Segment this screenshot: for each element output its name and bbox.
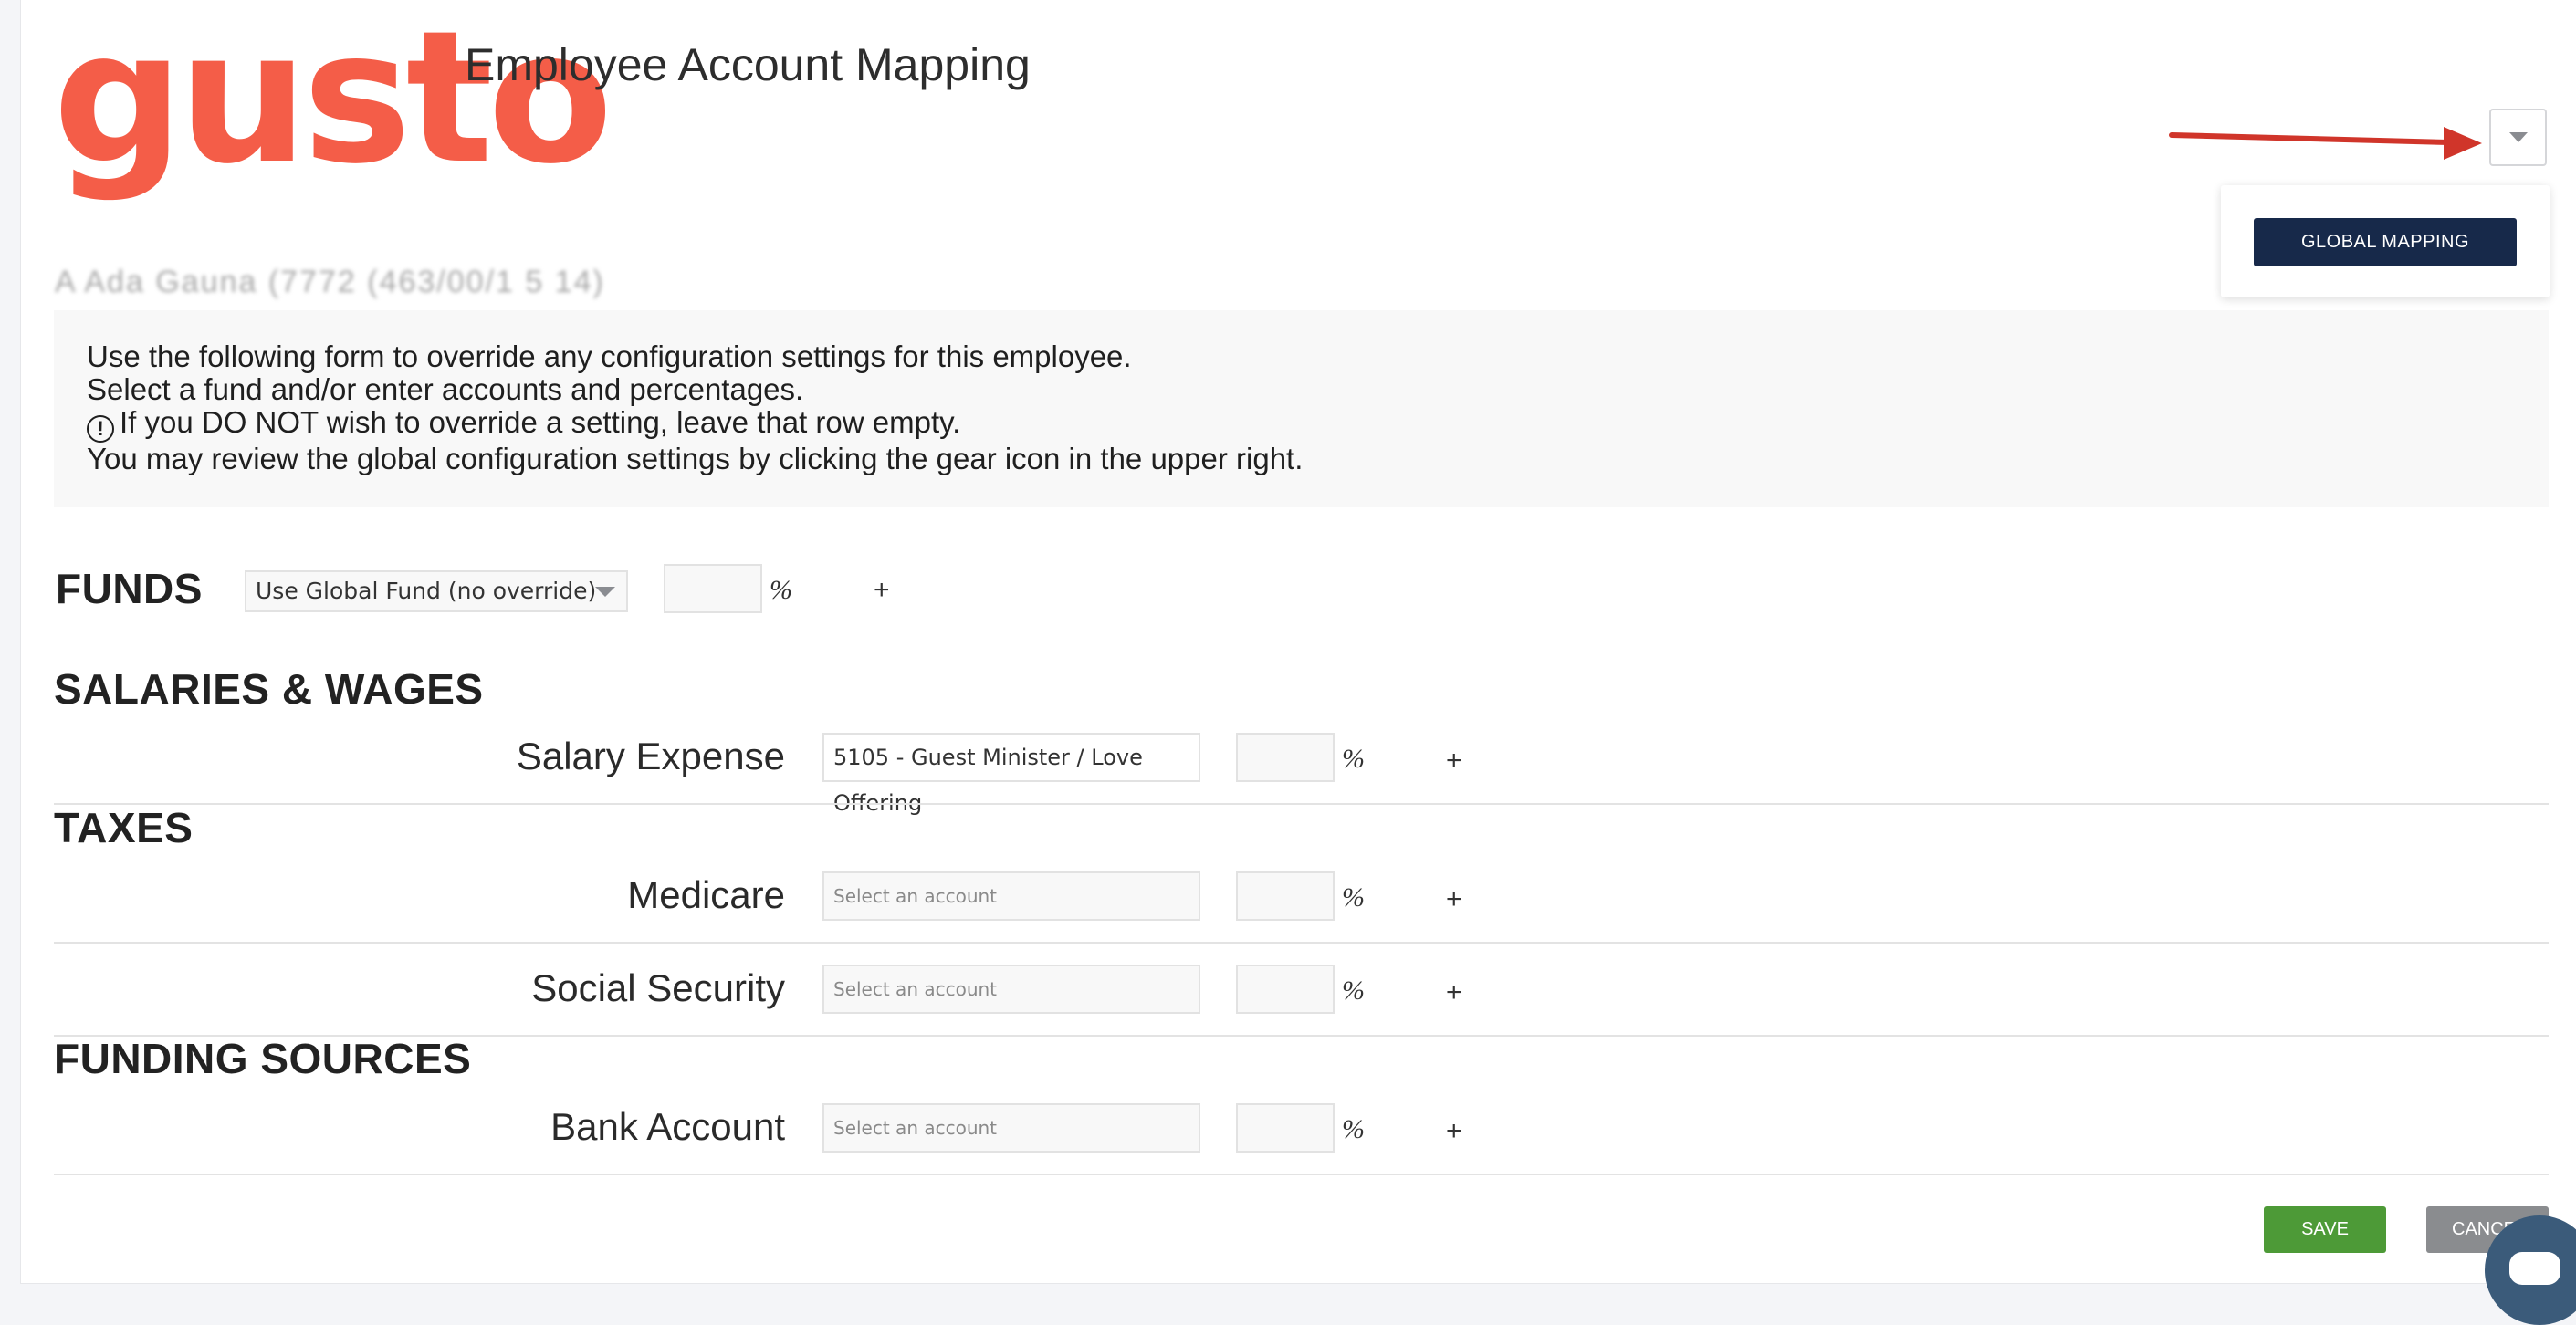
instruction-line: You may review the global configuration … bbox=[87, 442, 1304, 475]
settings-dropdown-menu: GLOBAL MAPPING bbox=[2221, 185, 2550, 297]
settings-dropdown-toggle[interactable] bbox=[2489, 109, 2547, 166]
add-medicare-row-button[interactable]: + bbox=[1446, 884, 1462, 915]
fund-percent-input[interactable] bbox=[664, 564, 762, 613]
section-heading-salaries: SALARIES & WAGES bbox=[54, 665, 484, 713]
fund-select-value: Use Global Fund (no override) bbox=[256, 578, 597, 604]
divider bbox=[54, 803, 2549, 805]
add-salary-row-button[interactable]: + bbox=[1446, 746, 1462, 777]
fund-select[interactable]: Use Global Fund (no override) bbox=[245, 570, 628, 612]
social-security-label: Social Security bbox=[531, 966, 785, 1009]
add-bank-account-row-button[interactable]: + bbox=[1446, 1116, 1462, 1147]
section-heading-taxes: TAXES bbox=[54, 804, 194, 851]
section-heading-funds: FUNDS bbox=[56, 565, 203, 612]
exclamation-circle-icon: ! bbox=[87, 415, 114, 443]
percent-sign: % bbox=[1342, 744, 1365, 774]
page-title: Employee Account Mapping bbox=[465, 39, 1031, 90]
caret-down-icon bbox=[595, 587, 615, 597]
divider bbox=[54, 942, 2549, 944]
bank-account-input[interactable]: Select an account bbox=[822, 1103, 1200, 1153]
gusto-logo: gusto bbox=[53, 0, 613, 204]
percent-sign: % bbox=[1342, 1114, 1365, 1144]
bank-account-percent-input[interactable] bbox=[1236, 1103, 1335, 1153]
section-heading-funding-sources: FUNDING SOURCES bbox=[54, 1035, 472, 1082]
instruction-line: Select a fund and/or enter accounts and … bbox=[87, 372, 804, 406]
chat-icon bbox=[2509, 1252, 2560, 1285]
annotation-arrow bbox=[2169, 127, 2482, 160]
social-security-account-input[interactable]: Select an account bbox=[822, 965, 1200, 1014]
bank-account-label: Bank Account bbox=[550, 1105, 785, 1148]
salary-expense-account-input[interactable]: 5105 - Guest Minister / Love Offering bbox=[822, 733, 1200, 816]
percent-sign: % bbox=[770, 575, 792, 605]
employee-name: A Ada Gauna (7772 (463/00/1 5 14) bbox=[55, 265, 605, 299]
salary-expense-percent-input[interactable] bbox=[1236, 733, 1335, 782]
medicare-label: Medicare bbox=[627, 873, 785, 916]
social-security-percent-input[interactable] bbox=[1236, 965, 1335, 1014]
caret-down-icon bbox=[2508, 132, 2528, 142]
divider bbox=[54, 1174, 2549, 1175]
salary-expense-label: Salary Expense bbox=[516, 735, 785, 777]
percent-sign: % bbox=[1342, 975, 1365, 1006]
medicare-percent-input[interactable] bbox=[1236, 871, 1335, 921]
instruction-warning-text: If you DO NOT wish to override a setting… bbox=[120, 405, 961, 439]
instruction-line: Use the following form to override any c… bbox=[87, 339, 1132, 373]
percent-sign: % bbox=[1342, 882, 1365, 913]
add-fund-button[interactable]: + bbox=[874, 575, 890, 606]
add-social-security-row-button[interactable]: + bbox=[1446, 977, 1462, 1008]
instructions-box: Use the following form to override any c… bbox=[54, 310, 2549, 507]
save-button[interactable]: SAVE bbox=[2264, 1206, 2386, 1253]
global-mapping-button[interactable]: GLOBAL MAPPING bbox=[2254, 218, 2517, 266]
instruction-line: ! If you DO NOT wish to override a settin… bbox=[87, 406, 2516, 443]
medicare-account-input[interactable]: Select an account bbox=[822, 871, 1200, 921]
